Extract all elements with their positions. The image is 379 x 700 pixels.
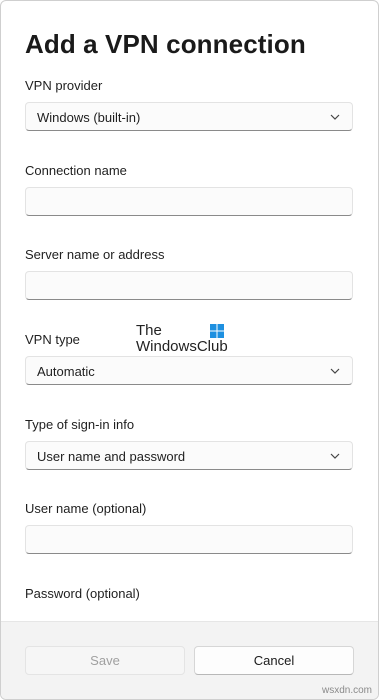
chevron-down-icon	[330, 114, 340, 120]
sign-in-type-dropdown[interactable]: User name and password	[25, 441, 353, 470]
vpn-type-label: VPN type	[25, 332, 80, 347]
vpn-type-dropdown[interactable]: Automatic	[25, 356, 353, 385]
dialog-title: Add a VPN connection	[25, 29, 306, 59]
password-label: Password (optional)	[25, 586, 140, 601]
sign-in-type-label: Type of sign-in info	[25, 417, 135, 432]
vpn-provider-label: VPN provider	[25, 78, 103, 93]
server-name-input[interactable]	[25, 271, 353, 300]
watermark: The WindowsClub	[136, 323, 228, 355]
vpn-type-value: Automatic	[37, 364, 95, 379]
watermark-line2: WindowsClub	[136, 338, 228, 355]
chevron-down-icon	[330, 368, 340, 374]
site-credit: wsxdn.com	[321, 685, 372, 696]
vpn-provider-dropdown[interactable]: Windows (built-in)	[25, 102, 353, 131]
save-button[interactable]: Save	[25, 646, 185, 675]
username-input[interactable]	[25, 525, 353, 554]
vpn-dialog: Add a VPN connection VPN provider Window…	[0, 0, 379, 700]
username-label: User name (optional)	[25, 501, 147, 516]
vpn-provider-value: Windows (built-in)	[37, 110, 141, 125]
windows-logo-icon	[210, 324, 224, 338]
chevron-down-icon	[330, 453, 340, 459]
cancel-button[interactable]: Cancel	[194, 646, 354, 675]
connection-name-label: Connection name	[25, 163, 127, 178]
server-name-label: Server name or address	[25, 247, 165, 262]
connection-name-input[interactable]	[25, 187, 353, 216]
sign-in-type-value: User name and password	[37, 449, 186, 464]
